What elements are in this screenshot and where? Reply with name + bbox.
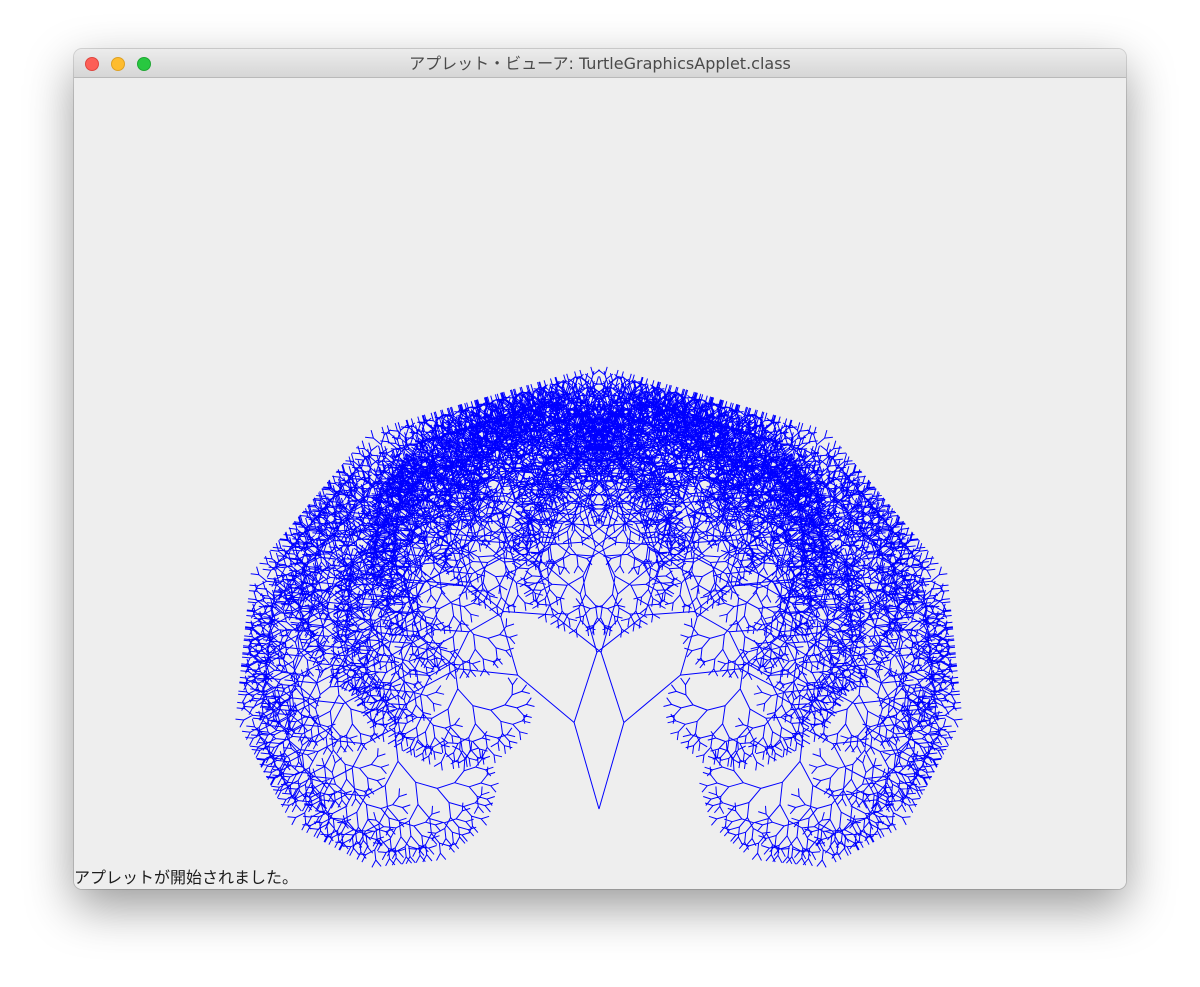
turtle-graphics-canvas <box>235 366 963 868</box>
tree-branches <box>235 366 963 868</box>
applet-viewer-window: アプレット・ビューア: TurtleGraphicsApplet.class ア… <box>74 49 1126 889</box>
applet-content-area: アプレットが開始されました。 <box>74 78 1126 889</box>
status-bar: アプレットが開始されました。 <box>74 868 299 887</box>
window-title: アプレット・ビューア: TurtleGraphicsApplet.class <box>409 54 791 73</box>
title-bar[interactable]: アプレット・ビューア: TurtleGraphicsApplet.class <box>74 49 1126 78</box>
